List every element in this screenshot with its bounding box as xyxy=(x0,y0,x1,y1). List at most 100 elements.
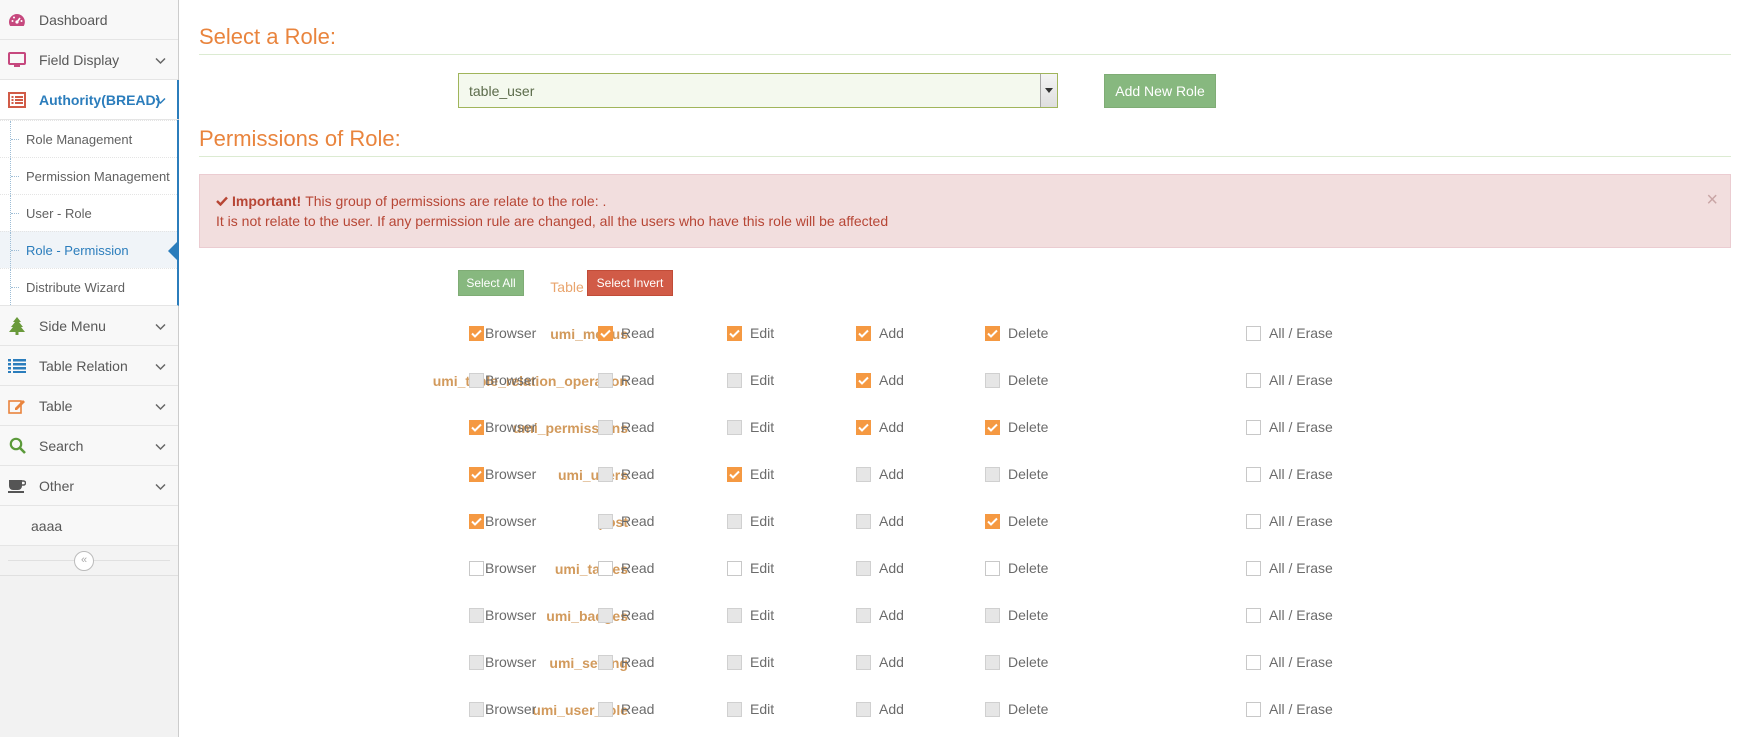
permission-read-option[interactable]: Read xyxy=(598,372,654,388)
permission-read-option[interactable]: Read xyxy=(598,560,654,576)
permission-all-erase-checkbox[interactable] xyxy=(1246,466,1261,482)
permission-add-option[interactable]: Add xyxy=(856,701,904,717)
sidebar-item-search[interactable]: Search xyxy=(0,426,178,466)
role-select[interactable]: table_user xyxy=(458,73,1058,108)
permission-all-erase-option[interactable]: All / Erase xyxy=(1246,607,1333,623)
permission-browser-checkbox[interactable] xyxy=(469,466,484,482)
permission-delete-option[interactable]: Delete xyxy=(985,701,1048,717)
permission-edit-checkbox[interactable] xyxy=(727,607,742,623)
permission-browser-option[interactable]: Browser xyxy=(469,701,536,717)
permission-browser-checkbox[interactable] xyxy=(469,419,484,435)
permission-add-option[interactable]: Add xyxy=(856,325,904,341)
permission-add-option[interactable]: Add xyxy=(856,372,904,388)
select-invert-button[interactable]: Select Invert xyxy=(587,270,673,296)
permission-add-option[interactable]: Add xyxy=(856,560,904,576)
permission-all-erase-checkbox[interactable] xyxy=(1246,419,1261,435)
permission-all-erase-checkbox[interactable] xyxy=(1246,701,1261,717)
submenu-item-permission-management[interactable]: Permission Management xyxy=(0,157,177,194)
permission-all-erase-checkbox[interactable] xyxy=(1246,607,1261,623)
permission-add-option[interactable]: Add xyxy=(856,654,904,670)
submenu-item-distribute-wizard[interactable]: Distribute Wizard xyxy=(0,268,177,305)
permission-browser-option[interactable]: Browser xyxy=(469,513,536,529)
permission-delete-checkbox[interactable] xyxy=(985,607,1000,623)
permission-read-option[interactable]: Read xyxy=(598,466,654,482)
permission-edit-checkbox[interactable] xyxy=(727,325,742,341)
permission-all-erase-option[interactable]: All / Erase xyxy=(1246,372,1333,388)
permission-edit-checkbox[interactable] xyxy=(727,654,742,670)
permission-all-erase-checkbox[interactable] xyxy=(1246,513,1261,529)
permission-edit-checkbox[interactable] xyxy=(727,419,742,435)
sidebar-item-dashboard[interactable]: Dashboard xyxy=(0,0,178,40)
permission-browser-checkbox[interactable] xyxy=(469,560,484,576)
permission-delete-checkbox[interactable] xyxy=(985,701,1000,717)
permission-read-option[interactable]: Read xyxy=(598,419,654,435)
permission-delete-option[interactable]: Delete xyxy=(985,654,1048,670)
collapse-sidebar-button[interactable]: « xyxy=(74,551,94,571)
sidebar-item-table[interactable]: Table xyxy=(0,386,178,426)
submenu-item-role-permission[interactable]: Role - Permission xyxy=(0,231,177,268)
permission-browser-option[interactable]: Browser xyxy=(469,560,536,576)
permission-browser-option[interactable]: Browser xyxy=(469,325,536,341)
permission-browser-option[interactable]: Browser xyxy=(469,372,536,388)
permission-delete-option[interactable]: Delete xyxy=(985,419,1048,435)
permission-read-checkbox[interactable] xyxy=(598,607,613,623)
permission-browser-checkbox[interactable] xyxy=(469,513,484,529)
permission-all-erase-option[interactable]: All / Erase xyxy=(1246,513,1333,529)
permission-all-erase-option[interactable]: All / Erase xyxy=(1246,325,1333,341)
permission-read-option[interactable]: Read xyxy=(598,513,654,529)
permission-delete-checkbox[interactable] xyxy=(985,466,1000,482)
permission-add-checkbox[interactable] xyxy=(856,701,871,717)
permission-add-checkbox[interactable] xyxy=(856,607,871,623)
permission-edit-option[interactable]: Edit xyxy=(727,325,774,341)
permission-edit-option[interactable]: Edit xyxy=(727,560,774,576)
permission-delete-option[interactable]: Delete xyxy=(985,325,1048,341)
permission-delete-checkbox[interactable] xyxy=(985,372,1000,388)
permission-add-checkbox[interactable] xyxy=(856,654,871,670)
permission-browser-checkbox[interactable] xyxy=(469,325,484,341)
permission-read-option[interactable]: Read xyxy=(598,654,654,670)
permission-edit-checkbox[interactable] xyxy=(727,560,742,576)
permission-edit-option[interactable]: Edit xyxy=(727,419,774,435)
permission-read-checkbox[interactable] xyxy=(598,654,613,670)
add-new-role-button[interactable]: Add New Role xyxy=(1104,74,1216,108)
permission-edit-checkbox[interactable] xyxy=(727,513,742,529)
permission-add-option[interactable]: Add xyxy=(856,513,904,529)
permission-all-erase-checkbox[interactable] xyxy=(1246,560,1261,576)
permission-browser-checkbox[interactable] xyxy=(469,372,484,388)
permission-delete-option[interactable]: Delete xyxy=(985,466,1048,482)
permission-delete-checkbox[interactable] xyxy=(985,419,1000,435)
permission-read-checkbox[interactable] xyxy=(598,560,613,576)
permission-edit-option[interactable]: Edit xyxy=(727,466,774,482)
permission-delete-option[interactable]: Delete xyxy=(985,372,1048,388)
permission-read-option[interactable]: Read xyxy=(598,607,654,623)
permission-all-erase-checkbox[interactable] xyxy=(1246,654,1261,670)
permission-edit-option[interactable]: Edit xyxy=(727,607,774,623)
permission-read-checkbox[interactable] xyxy=(598,466,613,482)
permission-read-checkbox[interactable] xyxy=(598,325,613,341)
close-icon[interactable]: × xyxy=(1706,190,1718,210)
sidebar-item-field-display[interactable]: Field Display xyxy=(0,40,178,80)
permission-all-erase-checkbox[interactable] xyxy=(1246,372,1261,388)
permission-browser-checkbox[interactable] xyxy=(469,654,484,670)
permission-delete-checkbox[interactable] xyxy=(985,560,1000,576)
permission-browser-option[interactable]: Browser xyxy=(469,654,536,670)
permission-all-erase-checkbox[interactable] xyxy=(1246,325,1261,341)
permission-add-option[interactable]: Add xyxy=(856,466,904,482)
permission-all-erase-option[interactable]: All / Erase xyxy=(1246,419,1333,435)
permission-add-checkbox[interactable] xyxy=(856,372,871,388)
permission-all-erase-option[interactable]: All / Erase xyxy=(1246,701,1333,717)
permission-edit-option[interactable]: Edit xyxy=(727,372,774,388)
permission-edit-checkbox[interactable] xyxy=(727,372,742,388)
permission-delete-checkbox[interactable] xyxy=(985,654,1000,670)
permission-all-erase-option[interactable]: All / Erase xyxy=(1246,560,1333,576)
permission-add-option[interactable]: Add xyxy=(856,419,904,435)
permission-edit-option[interactable]: Edit xyxy=(727,513,774,529)
permission-read-option[interactable]: Read xyxy=(598,701,654,717)
sidebar-item-table-relation[interactable]: Table Relation xyxy=(0,346,178,386)
submenu-item-role-management[interactable]: Role Management xyxy=(0,120,177,157)
permission-browser-option[interactable]: Browser xyxy=(469,607,536,623)
permission-add-option[interactable]: Add xyxy=(856,607,904,623)
permission-all-erase-option[interactable]: All / Erase xyxy=(1246,466,1333,482)
permission-delete-checkbox[interactable] xyxy=(985,513,1000,529)
permission-add-checkbox[interactable] xyxy=(856,466,871,482)
